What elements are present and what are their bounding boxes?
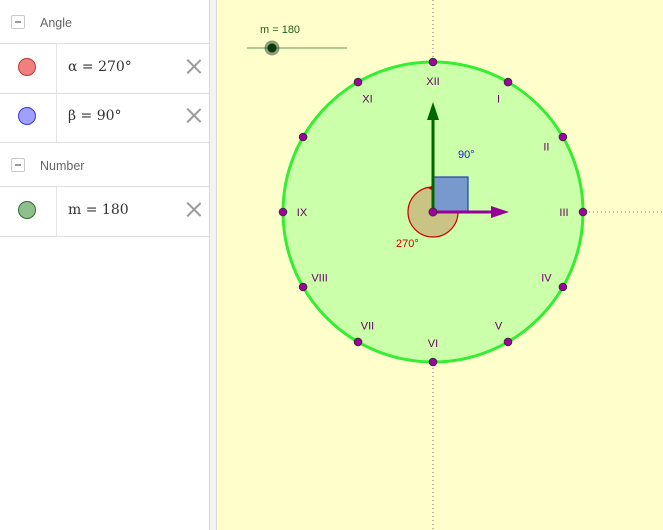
marble-cell [0, 187, 57, 236]
category-label: Number [40, 159, 85, 173]
visibility-toggle-alpha[interactable] [18, 58, 36, 76]
delete-icon[interactable] [185, 57, 203, 75]
category-angle: Angle [0, 0, 209, 44]
graphics-canvas[interactable]: m = 180 XIIIIIIIIIVVVIVIIVIIIIXXI 270° 9… [217, 0, 663, 530]
angle-beta-label: 90° [458, 149, 475, 161]
category-label: Angle [40, 16, 72, 30]
hour-point-10[interactable] [298, 132, 308, 142]
numeral-ii: II [543, 142, 549, 154]
hour-point-6[interactable] [428, 357, 438, 367]
numeral-xi: XI [362, 94, 372, 106]
view-splitter[interactable] [209, 0, 217, 530]
slider-handle-core[interactable] [267, 43, 277, 53]
numeral-v: V [495, 320, 503, 332]
hour-point-11[interactable] [353, 77, 363, 87]
delete-icon[interactable] [185, 106, 203, 124]
alpha-definition[interactable]: α = 270° [68, 59, 132, 75]
algebra-row-m[interactable]: m = 180 [0, 187, 209, 237]
hour-point-7[interactable] [353, 337, 363, 347]
slider-m[interactable]: m = 180 [247, 24, 347, 56]
algebra-view: Angle α = 270° β = 90° Number m = 180 [0, 0, 209, 530]
hour-point-3[interactable] [578, 207, 588, 217]
numeral-vi: VI [428, 338, 438, 350]
hour-point-12[interactable] [428, 57, 438, 67]
algebra-row-alpha[interactable]: α = 270° [0, 44, 209, 94]
hour-point-4[interactable] [558, 282, 568, 292]
hour-point-2[interactable] [558, 132, 568, 142]
hour-point-8[interactable] [298, 282, 308, 292]
numeral-viii: VIII [311, 273, 328, 285]
visibility-toggle-beta[interactable] [18, 107, 36, 125]
slider-label: m = 180 [260, 24, 300, 36]
collapse-angle-button[interactable] [11, 15, 25, 29]
hour-point-5[interactable] [503, 337, 513, 347]
algebra-row-beta[interactable]: β = 90° [0, 94, 209, 143]
visibility-toggle-m[interactable] [18, 201, 36, 219]
numeral-iii: III [559, 207, 568, 219]
numeral-iv: IV [541, 273, 552, 285]
collapse-number-button[interactable] [11, 158, 25, 172]
hour-point-9[interactable] [278, 207, 288, 217]
hour-point-1[interactable] [503, 77, 513, 87]
numeral-ix: IX [297, 207, 308, 219]
marble-cell [0, 44, 57, 93]
numeral-xii: XII [426, 76, 439, 88]
m-definition[interactable]: m = 180 [68, 202, 129, 218]
angle-alpha-label: 270° [396, 238, 419, 250]
numeral-i: I [497, 94, 500, 106]
marble-cell [0, 94, 57, 142]
numeral-vii: VII [361, 320, 374, 332]
center-point[interactable] [428, 207, 438, 217]
delete-icon[interactable] [185, 200, 203, 218]
beta-definition[interactable]: β = 90° [68, 108, 122, 124]
graphics-view[interactable]: m = 180 XII I II III IV V VI VII VIII IX XI 270° 9… [217, 0, 663, 530]
category-number: Number [0, 143, 209, 187]
angle-beta-square[interactable] [432, 176, 469, 213]
